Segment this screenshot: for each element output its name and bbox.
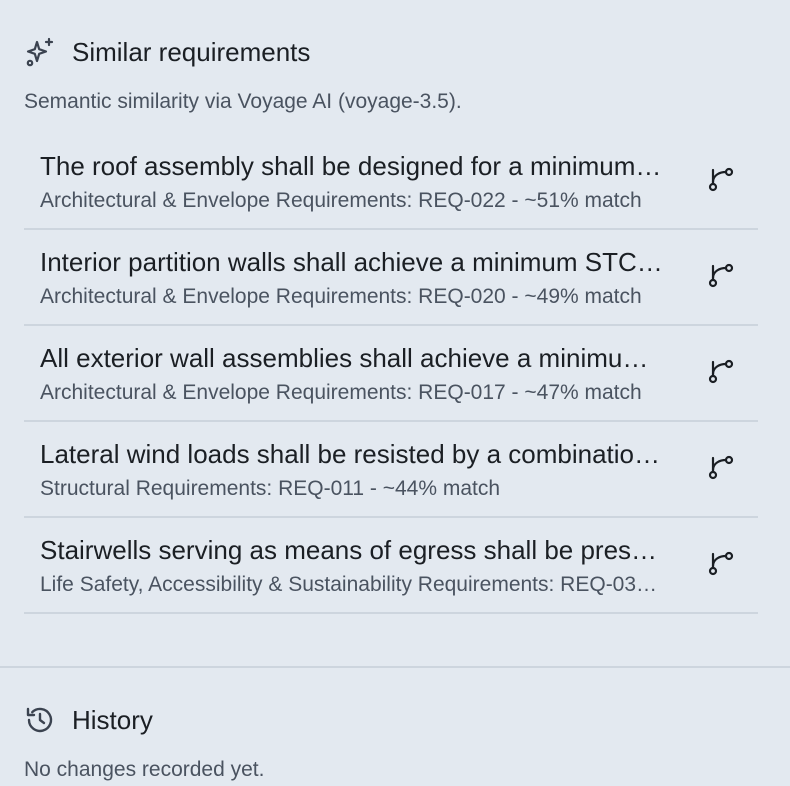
list-item-text: Stairwells serving as means of egress sh… [40,532,684,598]
requirement-subtitle: Life Safety, Accessibility & Sustainabil… [40,573,660,596]
list-item-text: Lateral wind loads shall be resisted by … [40,436,684,502]
requirement-subtitle: Architectural & Envelope Requirements: R… [40,189,642,212]
requirement-subtitle: Architectural & Envelope Requirements: R… [40,285,642,308]
requirement-title: Stairwells serving as means of egress sh… [40,535,664,565]
link-requirement-button[interactable] [684,247,758,307]
requirement-title: Lateral wind loads shall be resisted by … [40,439,664,469]
similar-requirements-list: The roof assembly shall be designed for … [24,134,758,614]
section-divider [0,666,790,668]
git-branch-icon [706,260,736,295]
git-branch-icon [706,452,736,487]
details-panel: Similar requirements Semantic similarity… [0,0,790,786]
list-item-text: Interior partition walls shall achieve a… [40,244,684,310]
similar-requirements-header: Similar requirements [24,34,758,70]
link-requirement-button[interactable] [684,151,758,211]
history-empty-message: No changes recorded yet. [24,758,265,781]
list-item-text: The roof assembly shall be designed for … [40,148,684,214]
requirement-title: All exterior wall assemblies shall achie… [40,343,664,373]
sparkles-icon [24,36,56,68]
list-item[interactable]: Interior partition walls shall achieve a… [24,230,758,326]
list-item[interactable]: The roof assembly shall be designed for … [24,134,758,230]
history-header: History [24,702,758,738]
git-branch-icon [706,548,736,583]
link-requirement-button[interactable] [684,439,758,499]
history-title: History [72,704,153,735]
similarity-source-note: Semantic similarity via Voyage AI (voyag… [24,90,462,113]
list-item-text: All exterior wall assemblies shall achie… [40,340,684,406]
similar-requirements-title: Similar requirements [72,36,311,67]
link-requirement-button[interactable] [684,535,758,595]
history-section: History No changes recorded yet. [24,702,758,782]
link-requirement-button[interactable] [684,343,758,403]
requirement-title: The roof assembly shall be designed for … [40,151,664,181]
requirement-subtitle: Structural Requirements: REQ-011 - ~44% … [40,477,501,500]
list-item[interactable]: All exterior wall assemblies shall achie… [24,326,758,422]
requirement-title: Interior partition walls shall achieve a… [40,247,664,277]
list-item[interactable]: Stairwells serving as means of egress sh… [24,518,758,614]
requirement-subtitle: Architectural & Envelope Requirements: R… [40,381,642,404]
history-icon [24,704,56,736]
similar-requirements-section: Similar requirements Semantic similarity… [0,0,790,614]
git-branch-icon [706,164,736,199]
git-branch-icon [706,356,736,391]
list-item[interactable]: Lateral wind loads shall be resisted by … [24,422,758,518]
